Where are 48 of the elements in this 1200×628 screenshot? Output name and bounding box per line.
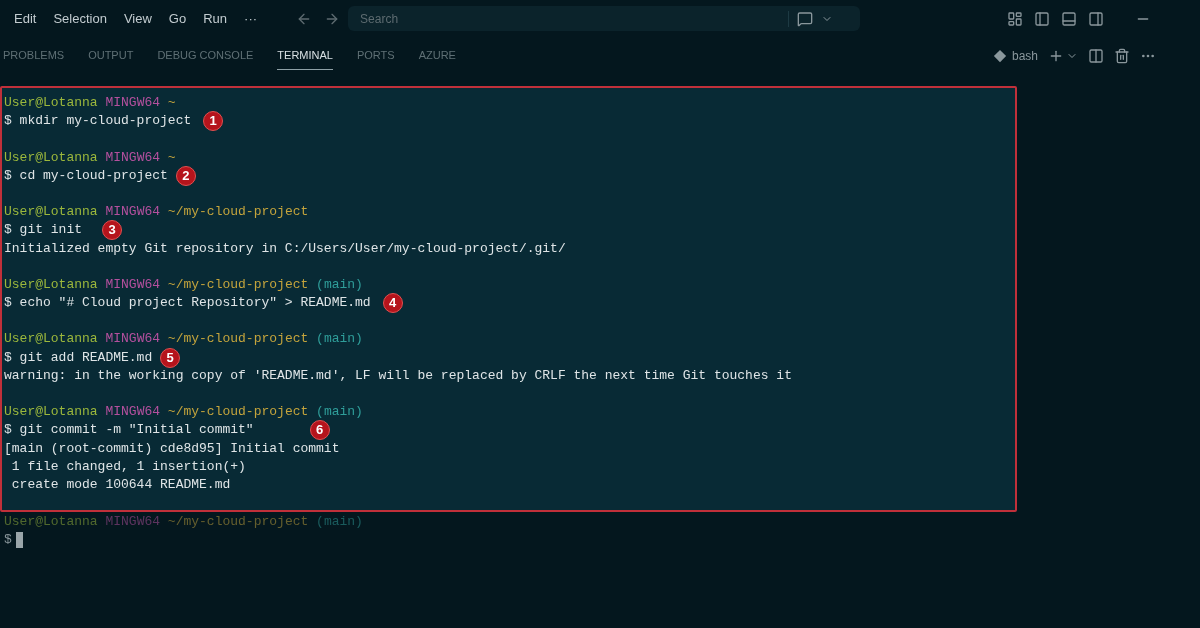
step-marker: 3 [102, 220, 122, 241]
menu-item[interactable]: View [123, 8, 152, 29]
prompt-line: User@Lotanna MINGW64 ~/my-cloud-project (main) [4, 330, 364, 349]
output-line: warning: in the working copy of 'README.md', LF will be replaced by CRLF the next time Git touches it [4, 366, 793, 385]
command-line: $ git add README.md [4, 348, 153, 367]
prompt-line: User@Lotanna MINGW64 ~ [4, 148, 177, 167]
sidebar-toggle-icon[interactable] [1034, 10, 1051, 27]
command-line: $ git init [4, 221, 82, 240]
search-field[interactable]: Search [348, 6, 789, 31]
step-marker: 4 [382, 293, 403, 314]
step-marker: 6 [309, 420, 330, 441]
menu-item[interactable]: Selection [53, 8, 107, 29]
step-marker: 5 [160, 347, 181, 368]
prompt-line: User@Lotanna MINGW64 ~/my-cloud-project (main) [4, 403, 364, 422]
panel-tab[interactable]: TERMINAL [277, 40, 333, 71]
menu-item[interactable]: Go [168, 8, 187, 29]
panel-tab[interactable]: AZURE [418, 40, 456, 71]
prompt-line: User@Lotanna MINGW64 ~/my-cloud-project [4, 203, 310, 222]
menu-item[interactable]: Run [203, 8, 228, 29]
prompt-line: User@Lotanna MINGW64 ~/my-cloud-project (main) [4, 275, 364, 294]
step-marker: 2 [175, 165, 196, 186]
output-line: Initialized empty Git repository in C:/Users/User/my-cloud-project/.git/ [4, 239, 567, 258]
panel-tab[interactable]: PORTS [356, 40, 395, 71]
panel-tab[interactable]: DEBUG CONSOLE [157, 40, 254, 71]
split-terminal-icon[interactable] [1088, 47, 1104, 64]
panel-tab[interactable]: PROBLEMS [3, 40, 65, 71]
command-line: $ mkdir my-cloud-project [4, 112, 192, 131]
bash-profile[interactable]: bash [992, 46, 1038, 65]
terminal-profile-icon [992, 48, 1007, 63]
command-line: $ cd my-cloud-project [4, 166, 168, 185]
command-line: $ git commit -m "Initial commit" [4, 421, 254, 440]
prompt-line: User@Lotanna MINGW64 ~ [4, 94, 177, 112]
output-line: 1 file changed, 1 insertion(+) [10, 457, 247, 476]
secondary-sidebar-icon[interactable] [1088, 10, 1105, 27]
menu-item[interactable]: ··· [244, 8, 258, 29]
command-line: $ echo "# Cloud project Repository" > README.md [4, 294, 371, 313]
panel-toggle-icon[interactable] [1061, 10, 1078, 27]
step-marker: 1 [203, 111, 224, 132]
layout-icon[interactable] [1007, 10, 1024, 27]
menu-item[interactable]: Edit [14, 8, 37, 29]
chat-icon[interactable] [797, 10, 814, 27]
prompt-symbol: $ [4, 531, 12, 550]
panel-tab[interactable]: OUTPUT [88, 40, 134, 71]
trash-icon[interactable] [1114, 47, 1130, 64]
cursor [15, 532, 23, 549]
output-line: create mode 100644 README.md [10, 475, 232, 494]
prompt-line: User@Lotanna MINGW64 ~/my-cloud-project (main) [4, 513, 364, 532]
output-line: [main (root-commit) cde8d95] Initial commit [4, 439, 341, 458]
